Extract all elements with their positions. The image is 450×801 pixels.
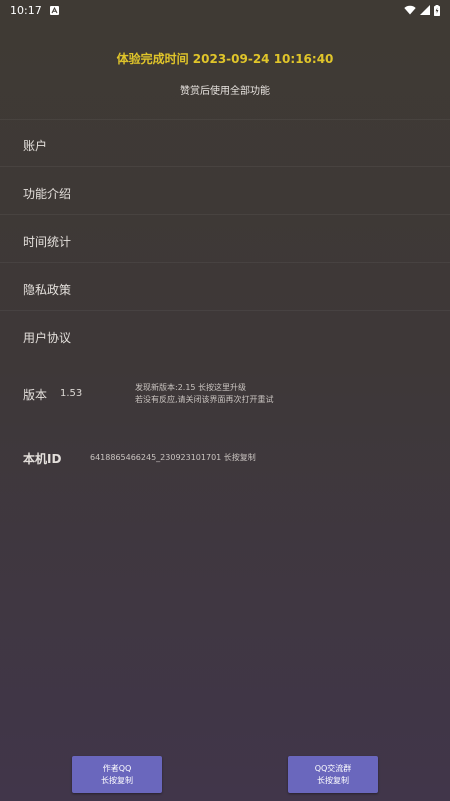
qq-group-hint: 长按复制 (317, 775, 349, 785)
notification-a-icon (49, 5, 59, 15)
update-notice[interactable]: 发现新版本:2.15 长按这里升级 若没有反应,请关闭该界面再次打开重试 (135, 382, 274, 406)
divider (0, 310, 450, 311)
battery-icon (434, 4, 440, 16)
reward-hint: 赞赏后使用全部功能 (180, 86, 270, 97)
divider (0, 214, 450, 215)
signal-icon (420, 5, 430, 15)
status-time: 10:17 (10, 3, 42, 17)
menu-item-privacy[interactable]: 隐私政策 (23, 281, 71, 298)
trial-header: 体验完成时间 2023-09-24 10:16:40 赞赏后使用全部功能 (0, 50, 450, 97)
divider (0, 119, 450, 120)
author-qq-button[interactable]: 作者QQ 长按复制 (72, 756, 162, 793)
version-number: 1.53 (60, 388, 83, 399)
version-label: 版本 (23, 388, 48, 402)
status-right (404, 4, 440, 16)
wifi-icon (404, 5, 416, 15)
qq-group-button[interactable]: QQ交流群 长按复制 (288, 756, 378, 793)
status-bar: 10:17 (0, 0, 450, 20)
update-notice-line: 发现新版本:2.15 长按这里升级 (135, 383, 247, 392)
divider (0, 262, 450, 263)
menu-item-user-agreement[interactable]: 用户协议 (23, 329, 71, 346)
divider (0, 166, 450, 167)
menu-item-account[interactable]: 账户 (23, 137, 47, 154)
update-notice-line: 若没有反应,请关闭该界面再次打开重试 (135, 395, 274, 404)
status-left: 10:17 (10, 4, 59, 17)
device-id-label: 本机ID (23, 452, 62, 466)
version-row[interactable]: 版本 1.53 发现新版本:2.15 长按这里升级 若没有反应,请关闭该界面再次… (23, 382, 443, 406)
author-qq-hint: 长按复制 (101, 775, 133, 785)
menu-item-time-stats[interactable]: 时间统计 (23, 233, 71, 250)
trial-expire-time: 体验完成时间 2023-09-24 10:16:40 (116, 52, 334, 66)
device-id-value[interactable]: 6418865466245_230923101701 长按复制 (90, 452, 256, 463)
qq-group-title: QQ交流群 (314, 763, 352, 773)
menu-item-features[interactable]: 功能介绍 (23, 185, 71, 202)
author-qq-title: 作者QQ (102, 763, 132, 773)
